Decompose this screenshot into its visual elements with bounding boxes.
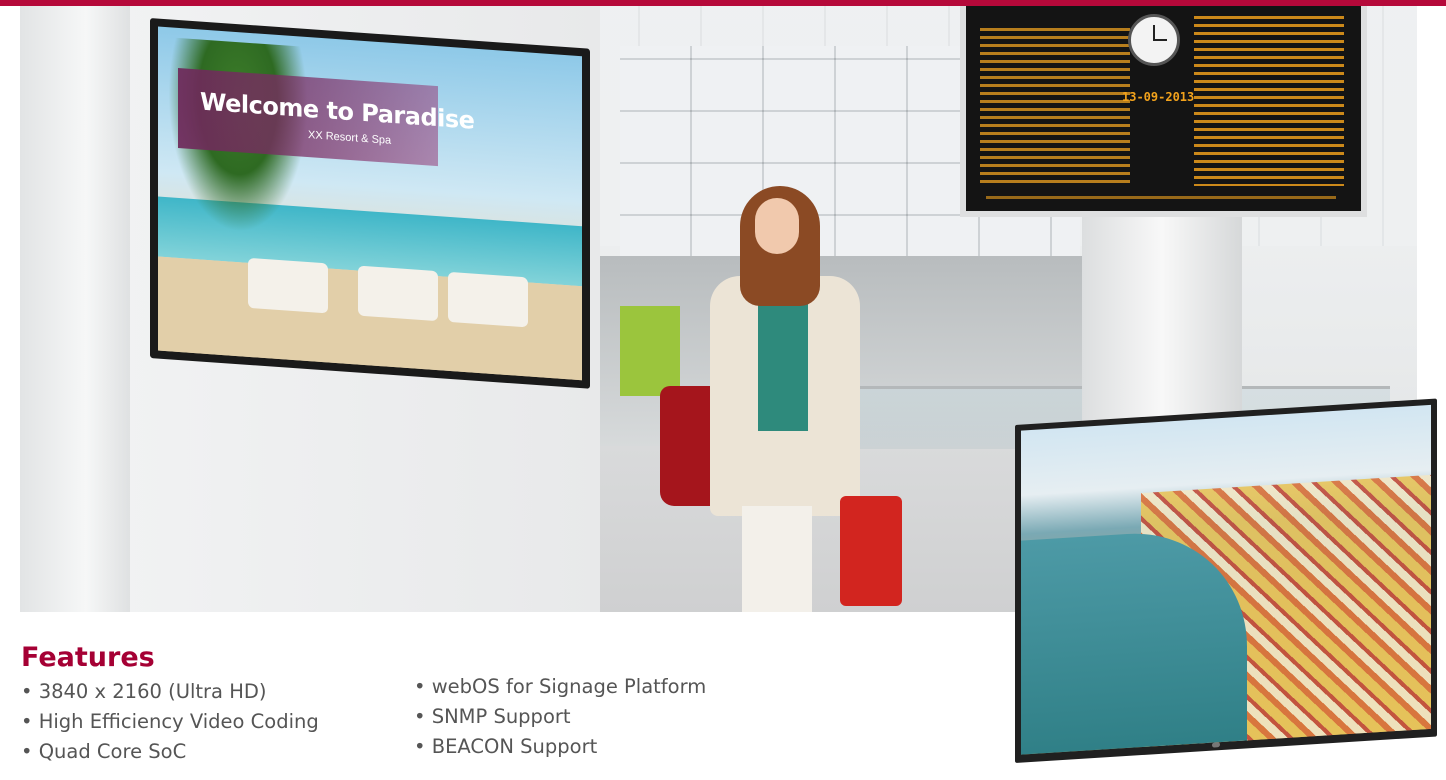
monitor-screen	[1021, 404, 1431, 755]
red-suitcase	[840, 496, 902, 606]
feature-item: • 3840 x 2160 (Ultra HD)	[21, 680, 267, 703]
board-date: 13-09-2013	[1122, 90, 1195, 104]
wall-display-screen: Welcome to Paradise XX Resort & Spa	[158, 26, 582, 381]
features-list-right: • webOS for Signage Platform • SNMP Supp…	[414, 672, 706, 762]
green-sign	[620, 306, 680, 396]
departure-board: 13-09-2013	[960, 6, 1367, 217]
features-heading: Features	[21, 642, 155, 673]
welcome-title: Welcome to Paradise	[200, 87, 475, 135]
lounge-chair	[448, 271, 528, 328]
board-rows-right	[1194, 16, 1344, 186]
feature-item: • BEACON Support	[414, 735, 598, 758]
clock-icon	[1128, 14, 1180, 66]
lounge-chair	[358, 265, 438, 322]
wall-signage-display: Welcome to Paradise XX Resort & Spa	[150, 18, 590, 389]
feature-item: • SNMP Support	[414, 705, 571, 728]
lounge-chair	[248, 257, 328, 314]
features-list-left: • 3840 x 2160 (Ultra HD) • High Efficien…	[21, 677, 319, 767]
brand-logo-icon	[1212, 742, 1220, 748]
product-monitor	[1015, 398, 1437, 763]
legs	[742, 506, 812, 612]
face	[755, 198, 799, 254]
feature-item: • Quad Core SoC	[21, 740, 187, 763]
board-ticker	[986, 196, 1336, 199]
traveler-woman	[660, 186, 902, 612]
board-rows-left	[980, 28, 1130, 188]
feature-item: • High Efficiency Video Coding	[21, 710, 319, 733]
feature-item: • webOS for Signage Platform	[414, 675, 707, 698]
pillar-left	[20, 6, 130, 612]
welcome-subtitle: XX Resort & Spa	[308, 129, 392, 147]
